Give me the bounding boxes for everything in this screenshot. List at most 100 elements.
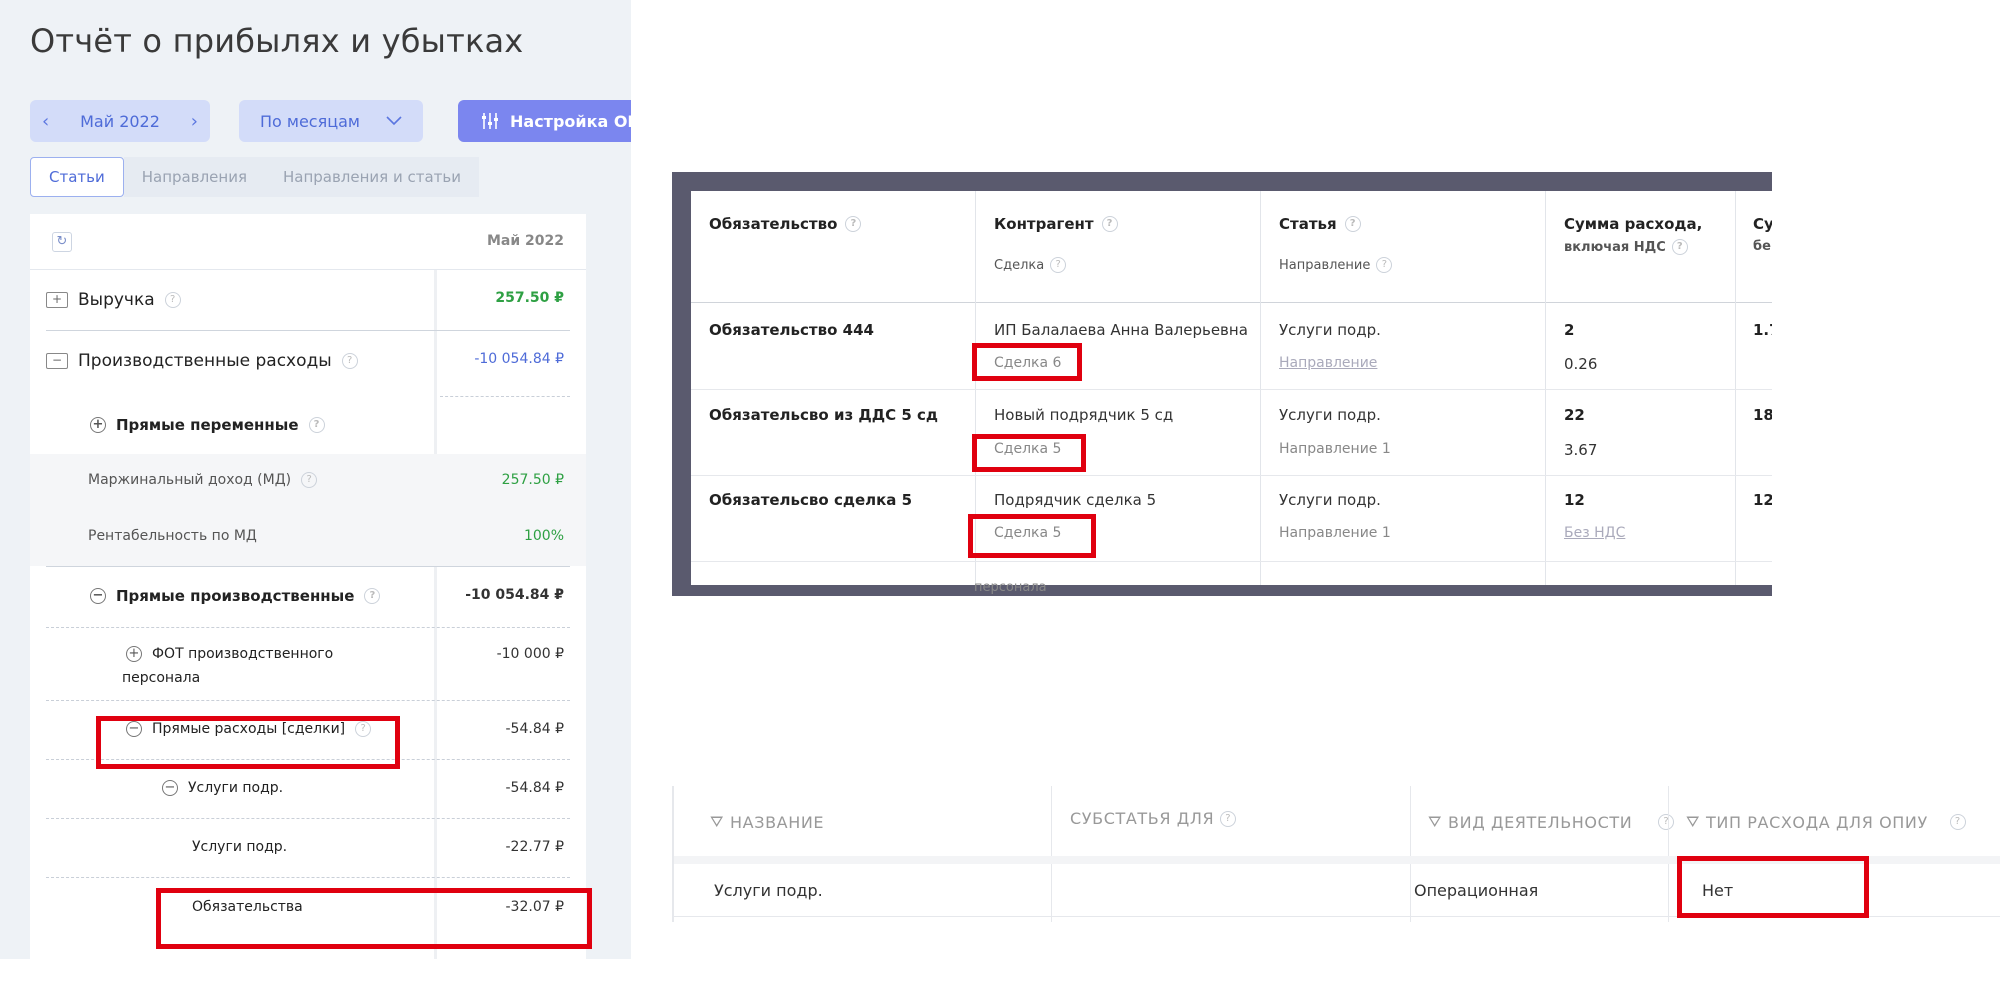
amount: 2: [1564, 321, 1575, 339]
row-label: Услуги подр.: [188, 780, 284, 796]
help-icon[interactable]: ?: [301, 472, 318, 488]
circle-plus-icon[interactable]: +: [90, 417, 106, 433]
help-icon[interactable]: ?: [364, 588, 381, 604]
pnl-report-panel: Отчёт о прибылях и убытках ‹ Май 2022 › …: [0, 0, 631, 959]
grouping-dropdown[interactable]: По месяцам: [239, 100, 423, 142]
obligations-popup: Обязательство? Контрагент? Сделка? Стать…: [672, 172, 1772, 596]
settings-button[interactable]: Настройка ОП: [458, 100, 631, 142]
row-label: Прямые переменные: [116, 416, 299, 434]
chevron-down-icon: [386, 116, 402, 126]
highlight-box: [972, 434, 1086, 472]
header-expense-type[interactable]: ⛛ ТИП РАСХОДА ДЛЯ ОПИУ ?: [1686, 812, 1966, 832]
filter-icon[interactable]: ⛛: [1428, 812, 1442, 832]
row-value: 257.50 ₽: [495, 290, 564, 306]
divider: [1545, 191, 1546, 585]
help-icon[interactable]: ?: [1344, 216, 1361, 232]
row-label: Услуги подр.: [192, 839, 288, 855]
row-label: Прямые производственные: [116, 587, 355, 605]
highlight-box: [96, 716, 400, 769]
help-icon[interactable]: ?: [1949, 814, 1966, 830]
header-activity-type[interactable]: ⛛ ВИД ДЕЯТЕЛЬНОСТИ ?: [1428, 812, 1675, 832]
direction: Направление 1: [1279, 525, 1391, 541]
row-value: -10 054.84 ₽: [474, 351, 564, 367]
article: Услуги подр.: [1279, 321, 1381, 339]
obligation-name[interactable]: Обязательсво из ДДС 5 сд: [709, 406, 938, 424]
column-header-month: Май 2022: [486, 233, 564, 249]
help-icon[interactable]: ?: [308, 417, 325, 433]
divider: [1051, 786, 1052, 922]
row-direct-production[interactable]: − Прямые производственные ? -10 054.84 ₽: [30, 567, 586, 627]
help-icon[interactable]: ?: [164, 292, 181, 308]
tab-bar: Статьи Направления Направления и статьи: [30, 157, 479, 197]
tab-directions-articles[interactable]: Направления и статьи: [264, 157, 479, 197]
help-icon[interactable]: ?: [1376, 257, 1393, 273]
obligation-name[interactable]: Обязательство 444: [709, 321, 874, 339]
amount-excl: 18.: [1753, 406, 1772, 424]
cell-activity-type[interactable]: Операционная: [1414, 881, 1538, 900]
refresh-icon[interactable]: ↻: [52, 232, 72, 252]
row-value: 100%: [523, 528, 564, 544]
row-label-cont: персонала: [122, 670, 201, 686]
folder-plus-icon[interactable]: +: [46, 292, 68, 308]
period-value: Май 2022: [80, 111, 160, 131]
header-name[interactable]: ⛛ НАЗВАНИЕ: [710, 812, 824, 832]
tab-directions[interactable]: Направления: [123, 157, 265, 197]
help-icon[interactable]: ?: [845, 216, 862, 232]
help-icon[interactable]: ?: [341, 353, 358, 369]
circle-minus-icon[interactable]: −: [162, 780, 178, 796]
grouping-value: По месяцам: [259, 111, 360, 131]
row-label: Производственные расходы: [78, 351, 332, 371]
row-label: Выручка: [78, 290, 155, 310]
divider: [440, 396, 570, 397]
circle-plus-icon[interactable]: +: [126, 646, 142, 662]
vat-link[interactable]: Без НДС: [1564, 525, 1625, 541]
amount-excl: 12: [1753, 491, 1772, 509]
header-direction: Направление?: [1279, 257, 1393, 273]
help-icon[interactable]: ?: [1101, 216, 1118, 232]
amount: 12: [1564, 491, 1585, 509]
sliders-icon: [482, 113, 498, 129]
circle-minus-icon[interactable]: −: [90, 588, 106, 604]
chevron-left-icon[interactable]: ‹: [42, 111, 49, 132]
counterparty: Подрядчик сделка 5: [994, 491, 1157, 509]
tab-articles[interactable]: Статьи: [30, 157, 124, 197]
obligation-name[interactable]: Обязательсво сделка 5: [709, 491, 912, 509]
cell-name[interactable]: Услуги подр.: [714, 881, 823, 900]
vat: 3.67: [1564, 441, 1598, 459]
row-payroll[interactable]: + ФОТ производственного персонала -10 00…: [30, 628, 586, 700]
highlight-box: [156, 888, 592, 949]
row-label: Рентабельность по МД: [88, 528, 257, 544]
row-marginal-income: Маржинальный доход (МД) ? 257.50 ₽: [30, 454, 586, 510]
vat: 0.26: [1564, 355, 1598, 373]
divider: [691, 561, 1772, 562]
folder-minus-icon[interactable]: −: [46, 353, 68, 369]
row-value: -54.84 ₽: [505, 780, 565, 796]
filter-icon[interactable]: ⛛: [1686, 812, 1700, 832]
header-amount-excl-sub: бе: [1753, 239, 1771, 254]
help-icon[interactable]: ?: [1671, 239, 1688, 255]
header-subarticle: СУБСТАТЬЯ ДЛЯ?: [1070, 809, 1237, 828]
highlight-box: [1677, 856, 1869, 918]
filter-icon[interactable]: ⛛: [710, 812, 724, 832]
row-value: -54.84 ₽: [505, 721, 565, 737]
period-selector[interactable]: ‹ Май 2022 ›: [30, 100, 210, 142]
chevron-right-icon[interactable]: ›: [191, 111, 198, 132]
row-direct-variable[interactable]: + Прямые переменные ?: [30, 400, 586, 454]
direction-link[interactable]: Направление: [1279, 355, 1377, 371]
row-label: ФОТ производственного: [152, 646, 334, 662]
counterparty: Новый подрядчик 5 сд: [994, 406, 1174, 424]
help-icon[interactable]: ?: [1658, 814, 1675, 830]
row-revenue[interactable]: + Выручка ? 257.50 ₽: [30, 270, 586, 330]
divider: [1260, 191, 1261, 585]
settings-label: Настройка ОП: [510, 111, 631, 131]
obligations-table: Обязательство? Контрагент? Сделка? Стать…: [691, 191, 1772, 585]
report-table: ↻ Май 2022 + Выручка ? 257.50 ₽ − Произв…: [30, 214, 586, 959]
highlight-box: [968, 514, 1096, 558]
divider: [691, 389, 1772, 390]
article: Услуги подр.: [1279, 406, 1381, 424]
help-icon[interactable]: ?: [1220, 810, 1237, 827]
row-production-costs[interactable]: − Производственные расходы ? -10 054.84 …: [30, 331, 586, 391]
header-amount-vat: включая НДС?: [1564, 239, 1688, 255]
amount: 22: [1564, 406, 1585, 424]
help-icon[interactable]: ?: [1050, 257, 1067, 273]
